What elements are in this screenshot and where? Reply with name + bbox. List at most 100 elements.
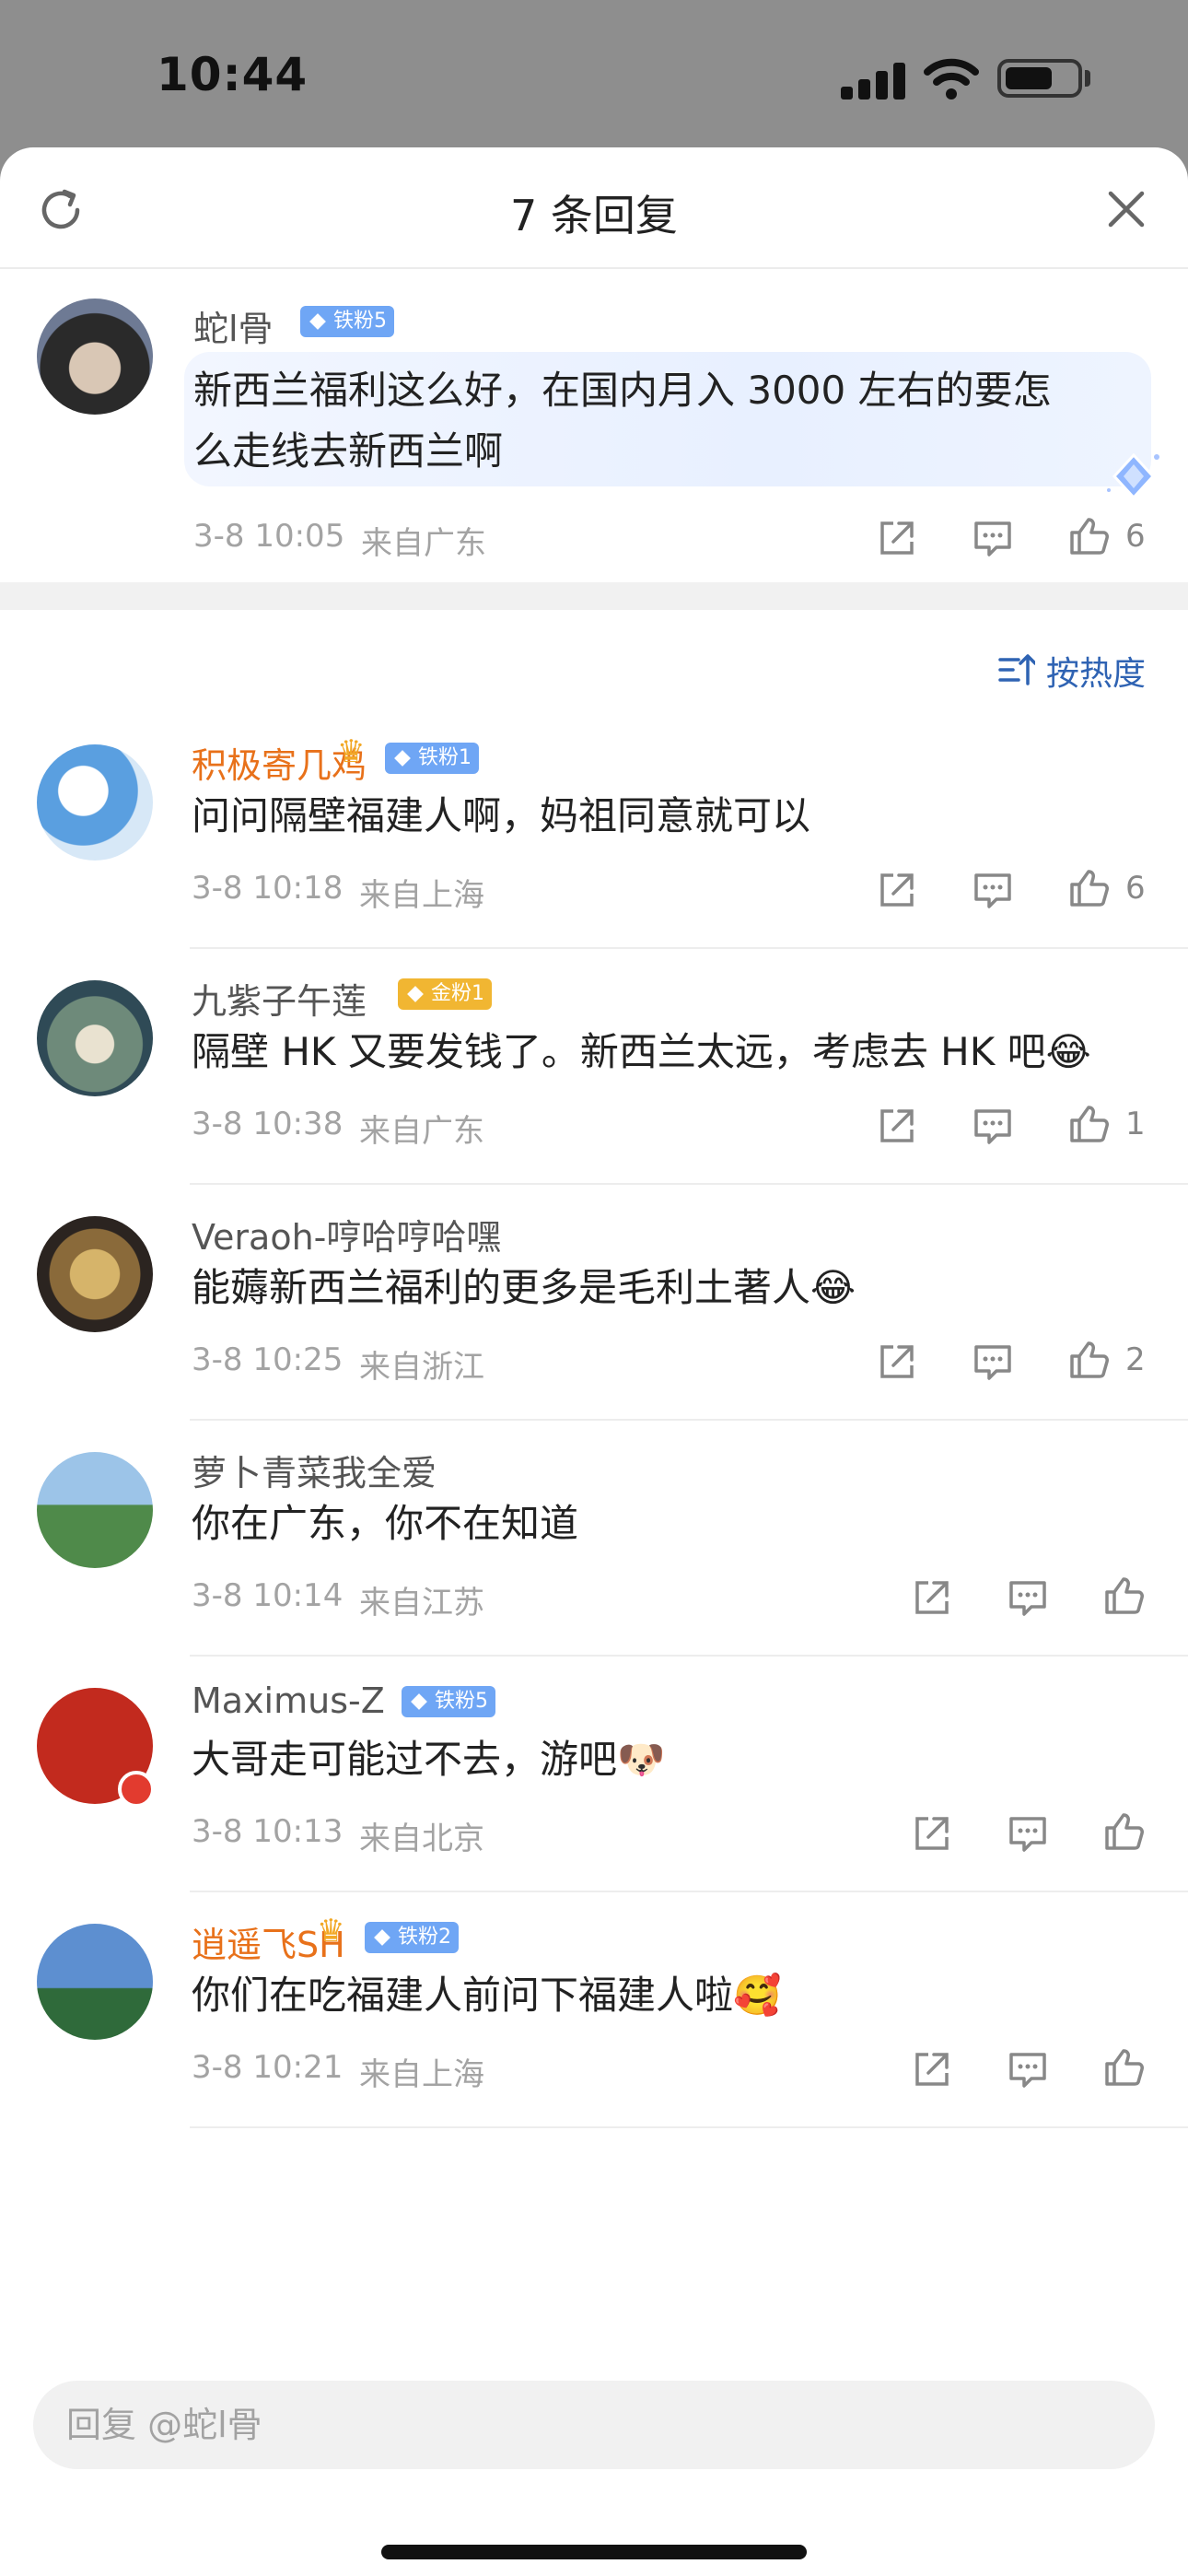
diamond-icon [309, 313, 326, 330]
reply-text: 大哥走可能过不去，游吧🐶 [192, 1737, 666, 1782]
sheet-title: 7 条回复 [510, 191, 678, 240]
diamond-icon [394, 750, 411, 767]
comment-location: 来自广东 [361, 525, 486, 562]
reply-input-bar[interactable] [33, 2381, 1155, 2469]
reply-time: 3-8 10:14 [192, 1577, 344, 1614]
fan-badge: 铁粉2 [365, 1922, 459, 1953]
like-icon[interactable] [1066, 514, 1111, 558]
like-icon[interactable] [1066, 1338, 1111, 1382]
sheet-header: 7 条回复 [0, 147, 1188, 269]
reply-time: 3-8 10:13 [192, 1813, 344, 1850]
fan-badge: 铁粉1 [385, 743, 479, 774]
diamond-icon [411, 1693, 427, 1710]
share-icon[interactable] [910, 2047, 954, 2091]
like-count: 6 [1125, 870, 1146, 907]
like-count: 6 [1125, 518, 1146, 555]
avatar[interactable] [37, 1924, 153, 2040]
replies-sheet: 7 条回复 蛇l骨 铁粉5 新西兰福利这么好，在国内月入 3000 左右的要怎 … [0, 147, 1188, 2576]
verified-badge-icon [118, 1771, 155, 1808]
status-time: 10:44 [157, 48, 309, 101]
like-icon[interactable] [1101, 1574, 1146, 1618]
comment-text-line1: 新西兰福利这么好，在国内月入 3000 左右的要怎 [193, 368, 1052, 413]
share-icon[interactable] [875, 516, 919, 560]
comment-time: 3-8 10:05 [193, 518, 345, 555]
reply-text: 你在广东，你不在知道 [192, 1501, 579, 1546]
comment-icon[interactable] [1006, 1575, 1050, 1620]
like-icon[interactable] [1101, 2045, 1146, 2090]
row-divider [190, 2126, 1188, 2128]
status-bar: 10:44 [0, 0, 1188, 147]
reply-location: 来自上海 [359, 2056, 484, 2093]
reply-time: 3-8 10:25 [192, 1341, 344, 1378]
username[interactable]: Veraoh-哼哈哼哈嘿 [192, 1209, 501, 1259]
like-icon[interactable] [1101, 1809, 1146, 1854]
reply-location: 来自上海 [359, 877, 484, 914]
fan-badge-label: 金粉1 [431, 982, 484, 1005]
like-icon[interactable] [1066, 866, 1111, 910]
reply-text: 能薅新西兰福利的更多是毛利土著人😂 [192, 1265, 856, 1310]
reply-text: 你们在吃福建人前问下福建人啦🥰 [192, 1973, 782, 2018]
reply-item[interactable]: 积极寄几鸡 ♛ 铁粉1 问问隔壁福建人啊，妈祖同意就可以 3-8 10:18 来自上海 6 [0, 713, 1188, 949]
comment-icon[interactable] [971, 1104, 1015, 1148]
fan-badge: 金粉1 [398, 978, 492, 1010]
reply-item[interactable]: Veraoh-哼哈哼哈嘿能薅新西兰福利的更多是毛利土著人😂 3-8 10:25 来自… [0, 1185, 1188, 1421]
crown-icon: ♛ [317, 1913, 345, 1950]
avatar[interactable] [37, 744, 153, 861]
crown-icon: ♛ [337, 733, 366, 770]
reply-item[interactable]: 逍遥飞SH ♛ 铁粉2 你们在吃福建人前问下福建人啦🥰 3-8 10:21 来自上海 [0, 1892, 1188, 2128]
like-count: 2 [1125, 1341, 1146, 1378]
username[interactable]: 萝卜青菜我全爱 [192, 1445, 437, 1495]
reply-text: 问问隔壁福建人啊，妈祖同意就可以 [192, 793, 811, 838]
battery-icon [997, 59, 1082, 98]
share-icon[interactable] [875, 1340, 919, 1384]
avatar[interactable] [37, 299, 153, 415]
username[interactable]: 蛇l骨 [193, 300, 274, 351]
fan-badge-label: 铁粉1 [418, 746, 472, 769]
cellular-signal-icon [841, 63, 905, 100]
reply-location: 来自北京 [359, 1821, 484, 1857]
home-indicator [381, 2545, 807, 2559]
share-icon[interactable] [875, 868, 919, 912]
battery-tip [1085, 70, 1090, 87]
avatar[interactable] [37, 1216, 153, 1332]
fan-badge: 铁粉5 [300, 306, 394, 337]
like-count: 1 [1125, 1106, 1146, 1142]
username[interactable]: 九紫子午莲 [192, 973, 367, 1024]
fan-badge: 铁粉5 [402, 1686, 495, 1717]
avatar[interactable] [37, 1452, 153, 1568]
comment-icon[interactable] [1006, 1811, 1050, 1856]
reply-location: 来自广东 [359, 1113, 484, 1150]
reply-time: 3-8 10:21 [192, 2049, 344, 2086]
section-divider [0, 582, 1188, 610]
reply-item[interactable]: 萝卜青菜我全爱你在广东，你不在知道 3-8 10:14 来自江苏 [0, 1421, 1188, 1657]
share-icon[interactable] [910, 1811, 954, 1856]
reply-item[interactable]: Maximus-Z 铁粉5 大哥走可能过不去，游吧🐶 3-8 10:13 来自北京 [0, 1657, 1188, 1892]
sparkle-diamond-icon [1107, 452, 1159, 500]
reply-item[interactable]: 九紫子午莲 金粉1 隔壁 HK 又要发钱了。新西兰太远，考虑去 HK 吧😂 3-8 1… [0, 949, 1188, 1185]
fan-badge-label: 铁粉2 [398, 1926, 451, 1949]
reply-time: 3-8 10:18 [192, 870, 344, 907]
comment-icon[interactable] [971, 868, 1015, 912]
close-icon[interactable] [1103, 186, 1149, 232]
avatar[interactable] [37, 980, 153, 1096]
reply-input[interactable] [66, 2397, 1116, 2453]
diamond-icon [407, 986, 424, 1002]
diamond-icon [374, 1929, 390, 1946]
reply-location: 来自江苏 [359, 1585, 484, 1622]
comment-text-line2: 么走线去新西兰啊 [193, 428, 504, 474]
comment-icon[interactable] [971, 1340, 1015, 1384]
fan-badge-label: 铁粉5 [435, 1690, 488, 1713]
sort-icon [998, 654, 1035, 685]
sort-label: 按热度 [1046, 655, 1147, 693]
share-icon[interactable] [875, 1104, 919, 1148]
comment-icon[interactable] [971, 516, 1015, 560]
username[interactable]: Maximus-Z [192, 1680, 385, 1721]
reply-time: 3-8 10:38 [192, 1106, 344, 1142]
like-icon[interactable] [1066, 1102, 1111, 1146]
share-icon[interactable] [910, 1575, 954, 1620]
wifi-icon [924, 58, 979, 100]
reply-location: 来自浙江 [359, 1349, 484, 1386]
fan-badge-label: 铁粉5 [333, 310, 387, 333]
reply-text: 隔壁 HK 又要发钱了。新西兰太远，考虑去 HK 吧😂 [192, 1029, 1091, 1074]
comment-icon[interactable] [1006, 2047, 1050, 2091]
